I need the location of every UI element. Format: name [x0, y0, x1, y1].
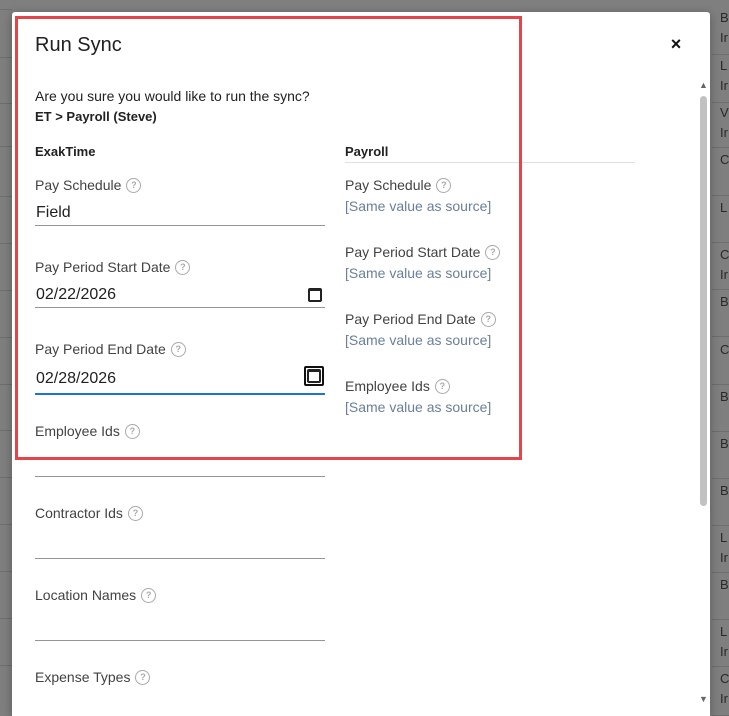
bg-cell: B	[712, 387, 729, 432]
bg-cell: B	[712, 481, 729, 526]
bg-cell: B Ir	[712, 8, 729, 55]
target-pay-period-end-label: Pay Period End Date ?	[345, 311, 496, 327]
pay-schedule-input[interactable]	[35, 200, 325, 226]
dialog-title: Run Sync	[35, 34, 122, 56]
divider	[345, 162, 635, 163]
field-label-text: Expense Types	[35, 669, 131, 685]
help-icon[interactable]: ?	[141, 587, 157, 603]
pay-period-end-label: Pay Period End Date ?	[35, 341, 186, 357]
bg-cell: B	[712, 575, 729, 620]
help-icon[interactable]: ?	[175, 259, 191, 275]
run-sync-dialog: Run Sync × Are you sure you would like t…	[12, 12, 710, 716]
field-label-text: Pay Schedule	[345, 177, 432, 193]
background-left-edge	[0, 0, 12, 716]
pay-period-start-input[interactable]	[35, 282, 325, 308]
pay-schedule-label: Pay Schedule ?	[35, 177, 142, 193]
help-icon[interactable]: ?	[170, 341, 186, 357]
bg-cell: C Ir	[712, 245, 729, 290]
close-icon[interactable]: ×	[666, 34, 686, 54]
field-label-text: Pay Period Start Date	[345, 244, 481, 260]
location-names-label: Location Names ?	[35, 587, 157, 603]
contractor-ids-input[interactable]	[35, 533, 325, 559]
field-label-text: Contractor Ids	[35, 505, 123, 521]
confirm-message: Are you sure you would like to run the s…	[35, 88, 310, 104]
target-pay-period-end-value: [Same value as source]	[345, 332, 492, 348]
field-label-text: Pay Period End Date	[345, 311, 476, 327]
bg-cell: L Ir	[712, 528, 729, 573]
help-icon[interactable]: ?	[127, 505, 143, 521]
bg-cell: L Ir	[712, 56, 729, 103]
field-label-text: Pay Period End Date	[35, 341, 166, 357]
field-label-text: Pay Schedule	[35, 177, 122, 193]
expense-types-label: Expense Types ?	[35, 669, 151, 685]
field-label-text: Employee Ids	[35, 423, 120, 439]
employee-ids-label: Employee Ids ?	[35, 423, 140, 439]
bg-cell: C	[712, 340, 729, 385]
bg-cell: B	[712, 434, 729, 479]
background-table-column: B Ir L Ir V Ir C L C Ir B C B B B L Ir B…	[712, 0, 729, 716]
help-icon[interactable]: ?	[434, 378, 450, 394]
target-employee-ids-label: Employee Ids ?	[345, 378, 450, 394]
calendar-icon[interactable]	[308, 288, 322, 302]
contractor-ids-label: Contractor Ids ?	[35, 505, 143, 521]
pay-period-end-input[interactable]	[35, 364, 325, 395]
bg-cell: C Ir	[712, 669, 729, 716]
calendar-icon[interactable]	[307, 369, 321, 383]
help-icon[interactable]: ?	[485, 244, 501, 260]
target-pay-period-start-label: Pay Period Start Date ?	[345, 244, 501, 260]
help-icon[interactable]: ?	[480, 311, 496, 327]
field-label-text: Pay Period Start Date	[35, 259, 171, 275]
scroll-up-arrow-icon[interactable]: ▲	[699, 80, 708, 90]
help-icon[interactable]: ?	[126, 177, 142, 193]
bg-cell: C	[712, 150, 729, 196]
sync-name: ET > Payroll (Steve)	[35, 109, 157, 124]
target-pay-period-start-value: [Same value as source]	[345, 265, 492, 281]
help-icon[interactable]: ?	[124, 423, 140, 439]
scroll-down-arrow-icon[interactable]: ▼	[699, 694, 708, 704]
bg-cell: B	[712, 292, 729, 337]
field-label-text: Location Names	[35, 587, 137, 603]
bg-cell: V Ir	[712, 103, 729, 148]
target-employee-ids-value: [Same value as source]	[345, 399, 492, 415]
help-icon[interactable]: ?	[436, 177, 452, 193]
pay-period-start-label: Pay Period Start Date ?	[35, 259, 191, 275]
field-label-text: Employee Ids	[345, 378, 430, 394]
target-column-heading: Payroll	[345, 144, 389, 159]
target-pay-schedule-value: [Same value as source]	[345, 198, 492, 214]
bg-cell: L	[712, 198, 729, 243]
location-names-input[interactable]	[35, 615, 325, 641]
target-pay-schedule-label: Pay Schedule ?	[345, 177, 452, 193]
help-icon[interactable]: ?	[135, 669, 151, 685]
bg-cell: L Ir	[712, 622, 729, 667]
employee-ids-input[interactable]	[35, 451, 325, 477]
source-column-heading: ExakTime	[35, 144, 96, 159]
scrollbar-thumb[interactable]	[700, 96, 707, 506]
